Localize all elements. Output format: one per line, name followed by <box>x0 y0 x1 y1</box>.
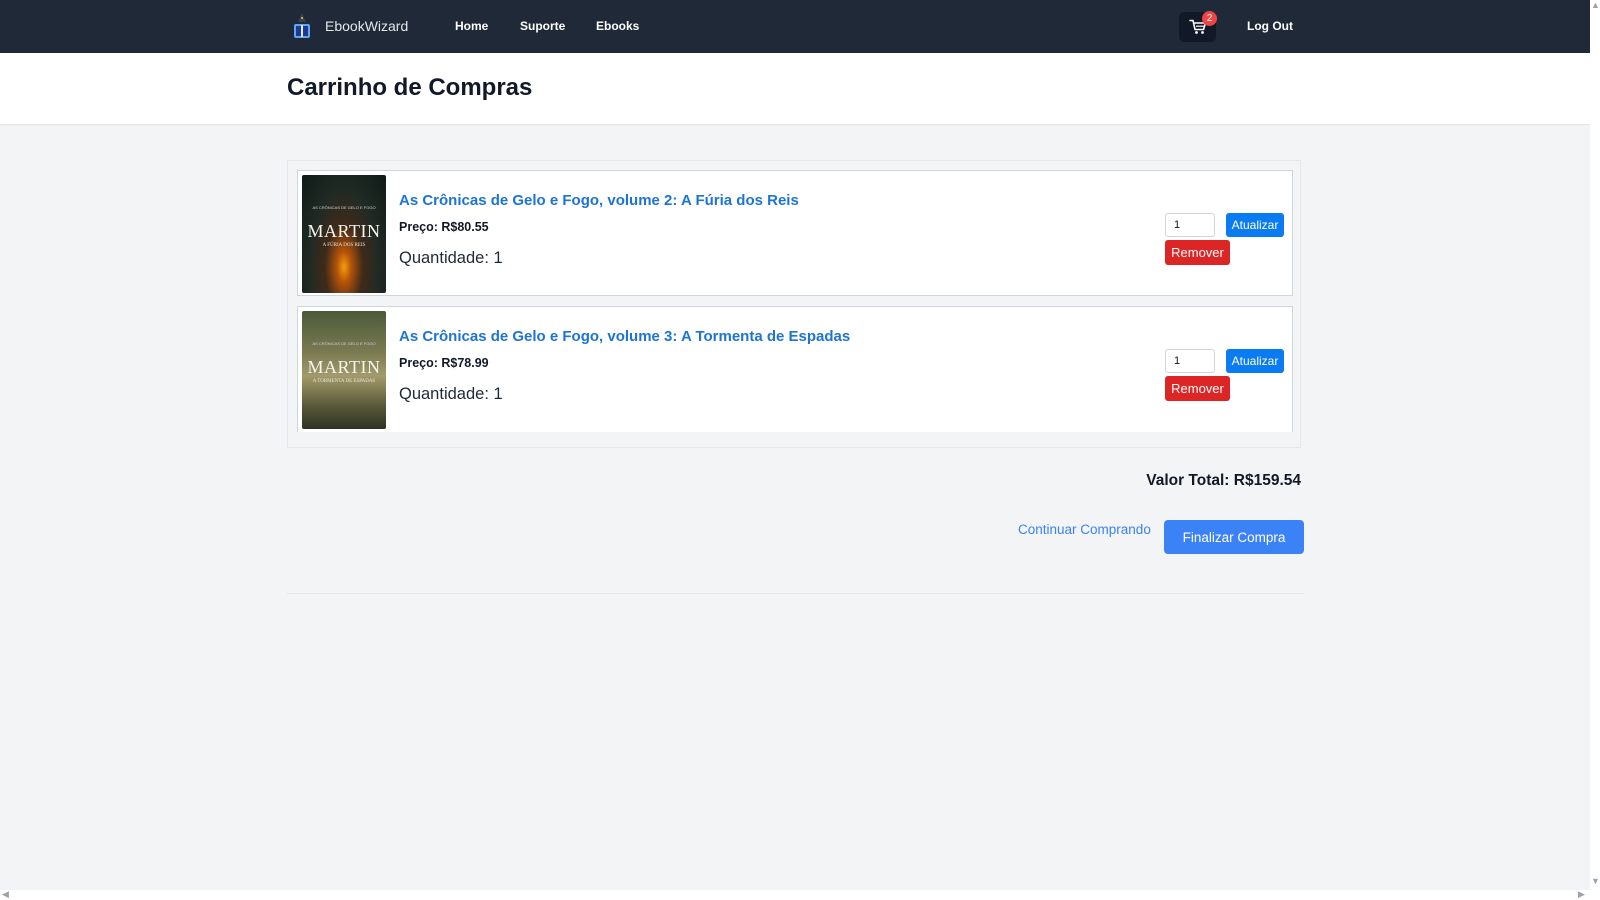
vertical-scrollbar[interactable]: ▲ ▼ <box>1590 0 1600 900</box>
nav-link-home[interactable]: Home <box>455 19 488 33</box>
item-quantity: Quantidade: 1 <box>399 249 503 267</box>
cart-count-badge: 2 <box>1202 11 1217 26</box>
scroll-up-icon[interactable]: ▲ <box>1591 0 1600 10</box>
update-button[interactable]: Atualizar <box>1226 213 1284 237</box>
cart-items-container: AS CRÔNICAS DE GELO E FOGO MARTIN A FÚRI… <box>287 160 1301 448</box>
page-header: Carrinho de Compras <box>0 53 1590 124</box>
remove-button[interactable]: Remover <box>1165 376 1230 401</box>
divider <box>287 593 1304 594</box>
nav-link-ebooks[interactable]: Ebooks <box>596 19 639 33</box>
quantity-input[interactable] <box>1165 349 1215 373</box>
cover-author: MARTIN <box>307 357 381 377</box>
item-price: Preço: R$80.55 <box>399 220 489 234</box>
item-title-link[interactable]: As Crônicas de Gelo e Fogo, volume 2: A … <box>399 192 799 209</box>
cart-total: Valor Total: R$159.54 <box>1146 472 1301 489</box>
item-title-link[interactable]: As Crônicas de Gelo e Fogo, volume 3: A … <box>399 328 850 345</box>
scroll-down-icon[interactable]: ▼ <box>1591 876 1600 886</box>
cover-subtitle: A FÚRIA DOS REIS <box>322 243 366 248</box>
top-navbar: EbookWizard Home Suporte Ebooks 2 Log Ou… <box>0 0 1590 53</box>
logout-link[interactable]: Log Out <box>1247 19 1293 33</box>
continue-shopping-link[interactable]: Continuar Comprando <box>1018 522 1151 537</box>
brand[interactable]: EbookWizard <box>289 12 408 40</box>
cover-author: MARTIN <box>307 221 381 241</box>
checkout-button[interactable]: Finalizar Compra <box>1164 520 1304 554</box>
brand-name: EbookWizard <box>325 18 409 34</box>
cover-subtitle: A TORMENTA DE ESPADAS <box>312 379 376 384</box>
cart-item: AS CRÔNICAS DE GELO E FOGO MARTIN A TORM… <box>297 306 1293 432</box>
scroll-right-icon[interactable]: ▶ <box>1578 889 1585 900</box>
book-cover-image[interactable]: AS CRÔNICAS DE GELO E FOGO MARTIN A FÚRI… <box>302 175 386 293</box>
page-title: Carrinho de Compras <box>287 74 533 101</box>
book-cover-image[interactable]: AS CRÔNICAS DE GELO E FOGO MARTIN A TORM… <box>302 311 386 429</box>
item-price: Preço: R$78.99 <box>399 356 489 370</box>
wizard-logo-icon <box>294 13 310 38</box>
horizontal-scrollbar[interactable]: ◀ ▶ <box>0 889 1600 900</box>
cart-item: AS CRÔNICAS DE GELO E FOGO MARTIN A FÚRI… <box>297 170 1293 296</box>
scroll-left-icon[interactable]: ◀ <box>2 889 9 900</box>
remove-button[interactable]: Remover <box>1165 240 1230 265</box>
nav-link-suporte[interactable]: Suporte <box>520 19 565 33</box>
update-button[interactable]: Atualizar <box>1226 349 1284 373</box>
quantity-input[interactable] <box>1165 213 1215 237</box>
item-quantity: Quantidade: 1 <box>399 385 503 403</box>
